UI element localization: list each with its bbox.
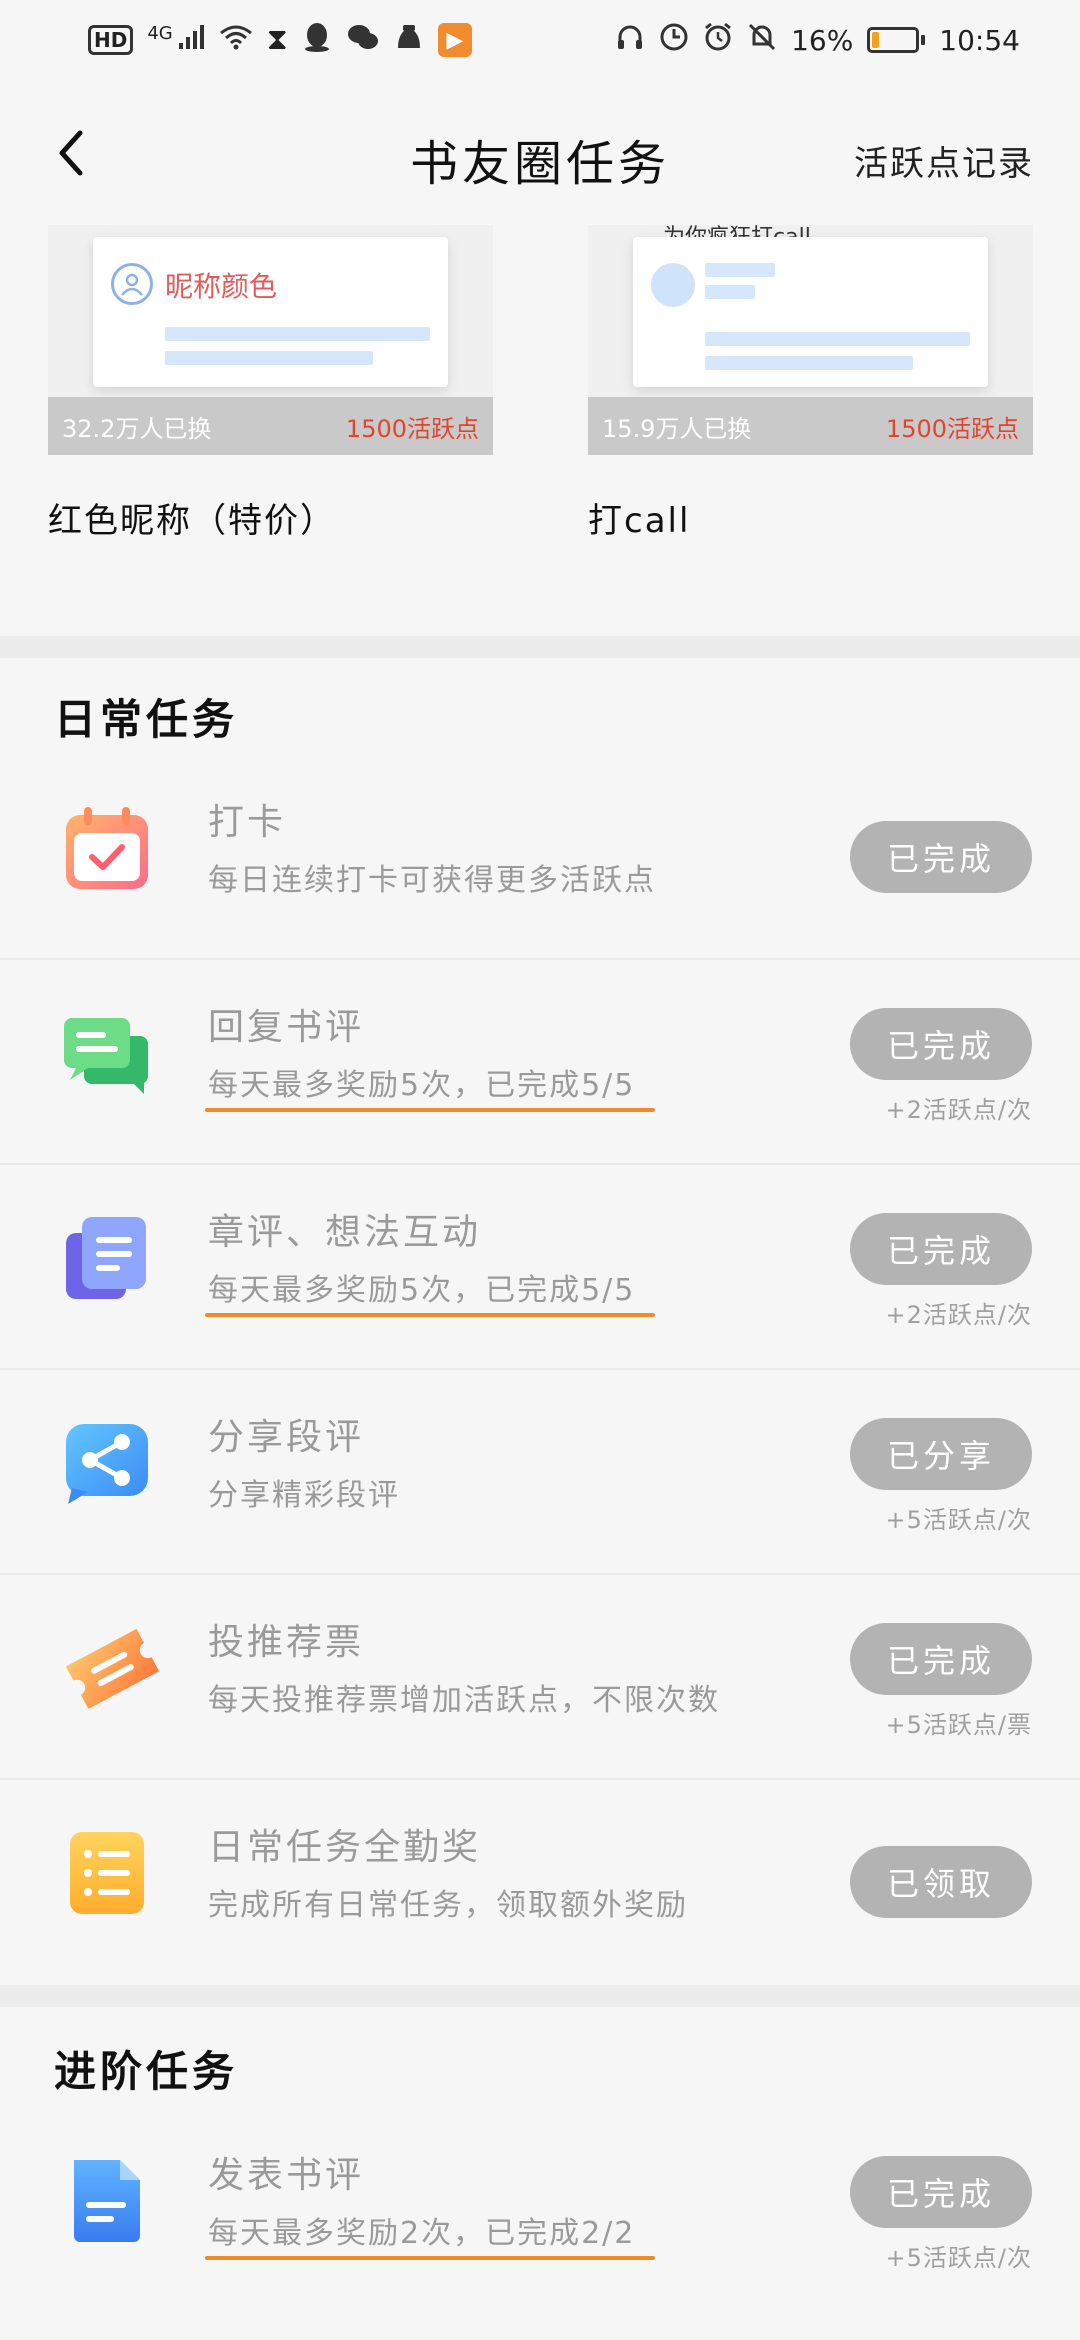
task-status-button[interactable]: 已完成	[850, 2156, 1032, 2228]
highlight-underline	[205, 2256, 655, 2260]
task-desc: 完成所有日常任务，领取额外奖励	[208, 1888, 688, 1923]
reward-name: 红色昵称（特价）	[48, 501, 336, 541]
clock-time: 10:54	[939, 23, 1020, 57]
task-reward: +5活跃点/次	[885, 1506, 1032, 1534]
task-title: 分享段评	[208, 1417, 365, 1458]
task-title: 章评、想法互动	[208, 1212, 482, 1253]
task-status-button[interactable]: 已完成	[850, 1623, 1032, 1695]
network-label: 4G	[147, 22, 173, 44]
reward-footer: 32.2万人已换 1500活跃点	[48, 397, 493, 455]
reward-preview: 为你疯狂打call 15.9万人已换 1500活跃点	[588, 225, 1033, 455]
reward-footer: 15.9万人已换 1500活跃点	[588, 397, 1033, 455]
hourglass-icon: ⧗	[266, 22, 288, 57]
task-title: 发表书评	[208, 2155, 365, 2196]
task-desc: 分享精彩段评	[208, 1478, 400, 1513]
mute-icon	[747, 22, 777, 59]
chat-bubble-icon	[62, 1008, 152, 1098]
calendar-check-icon	[62, 803, 152, 893]
task-title: 回复书评	[208, 1007, 365, 1048]
task-title: 打卡	[208, 802, 287, 843]
task-title: 投推荐票	[208, 1622, 365, 1663]
reward-list: 昵称颜色 32.2万人已换 1500活跃点 红色昵称（特价） 为你疯狂打call…	[0, 225, 1080, 635]
avatar-placeholder	[651, 263, 695, 307]
task-status-button[interactable]: 已完成	[850, 821, 1032, 893]
ticket-icon	[62, 1623, 160, 1713]
task-status-button[interactable]: 已领取	[850, 1846, 1032, 1918]
list-icon	[62, 1828, 152, 1918]
battery-fill	[872, 32, 880, 48]
task-desc: 每天最多奖励2次，已完成2/2	[208, 2216, 636, 2251]
task-vote-recommend: 投推荐票 每天投推荐票增加活跃点，不限次数 已完成 +5活跃点/票	[0, 1575, 1080, 1780]
reward-price: 1500活跃点	[885, 414, 1019, 443]
task-chapter-interact: 章评、想法互动 每天最多奖励5次，已完成5/5 已完成 +2活跃点/次	[0, 1165, 1080, 1370]
hd-icon: HD	[88, 25, 134, 55]
section-divider	[0, 1985, 1080, 2007]
wifi-icon	[219, 23, 253, 58]
reward-card-call[interactable]: 为你疯狂打call 15.9万人已换 1500活跃点 打call	[588, 225, 1033, 542]
reward-price: 1500活跃点	[345, 414, 479, 443]
app-icon	[394, 22, 424, 59]
data-saver-icon	[659, 22, 689, 59]
reward-preview: 昵称颜色 32.2万人已换 1500活跃点	[48, 225, 493, 455]
share-icon	[62, 1418, 152, 1508]
task-status-button[interactable]: 已完成	[850, 1008, 1032, 1080]
nickname-color-label: 昵称颜色	[165, 270, 278, 303]
task-reply-review: 回复书评 每天最多奖励5次，已完成5/5 已完成 +2活跃点/次	[0, 960, 1080, 1165]
task-desc: 每天最多奖励5次，已完成5/5	[208, 1068, 636, 1103]
highlight-underline	[205, 1108, 655, 1112]
task-reward: +5活跃点/次	[885, 2244, 1032, 2272]
qq-icon	[302, 21, 332, 60]
activity-record-link[interactable]: 活跃点记录	[854, 136, 1034, 185]
task-desc: 每天最多奖励5次，已完成5/5	[208, 1273, 636, 1308]
task-checkin: 打卡 每日连续打卡可获得更多活跃点 已完成	[0, 755, 1080, 960]
document-stack-icon	[62, 1213, 152, 1303]
task-reward: +2活跃点/次	[885, 1301, 1032, 1329]
task-status-button[interactable]: 已分享	[850, 1418, 1032, 1490]
task-daily-attendance: 日常任务全勤奖 完成所有日常任务，领取额外奖励 已领取	[0, 1780, 1080, 1985]
doc-edit-icon	[62, 2156, 152, 2246]
daily-tasks-title: 日常任务	[54, 695, 239, 744]
user-avatar-icon	[111, 263, 153, 305]
task-reward: +5活跃点/票	[885, 1711, 1032, 1739]
task-title: 日常任务全勤奖	[208, 1827, 482, 1868]
status-bar: HD 4G ⧗ ▶ 16% 10:54	[0, 0, 1080, 80]
task-desc: 每日连续打卡可获得更多活跃点	[208, 863, 656, 898]
video-app-icon: ▶	[437, 23, 472, 57]
highlight-underline	[205, 1313, 655, 1317]
back-chevron-icon	[59, 130, 83, 176]
nav-bar: 书友圈任务 活跃点记录	[0, 100, 1080, 210]
alarm-icon	[703, 22, 733, 59]
task-desc: 每天投推荐票增加活跃点，不限次数	[208, 1683, 720, 1718]
task-status-button[interactable]: 已完成	[850, 1213, 1032, 1285]
reward-card-red-nickname[interactable]: 昵称颜色 32.2万人已换 1500活跃点 红色昵称（特价）	[48, 225, 493, 542]
reward-count: 32.2万人已换	[62, 414, 212, 443]
task-reward: +2活跃点/次	[885, 1096, 1032, 1124]
reward-name: 打call	[588, 501, 691, 541]
signal-icon	[177, 23, 205, 57]
wechat-icon	[346, 22, 380, 59]
back-button[interactable]	[40, 118, 100, 188]
advanced-tasks-title: 进阶任务	[54, 2047, 239, 2096]
task-share-comment: 分享段评 分享精彩段评 已分享 +5活跃点/次	[0, 1370, 1080, 1575]
section-divider	[0, 636, 1080, 658]
task-post-review: 发表书评 每天最多奖励2次，已完成2/2 已完成 +5活跃点/次	[0, 2108, 1080, 2313]
reward-count: 15.9万人已换	[602, 414, 752, 443]
headphone-icon	[615, 22, 645, 59]
battery-percent: 16%	[791, 23, 854, 57]
battery-icon	[867, 27, 926, 53]
